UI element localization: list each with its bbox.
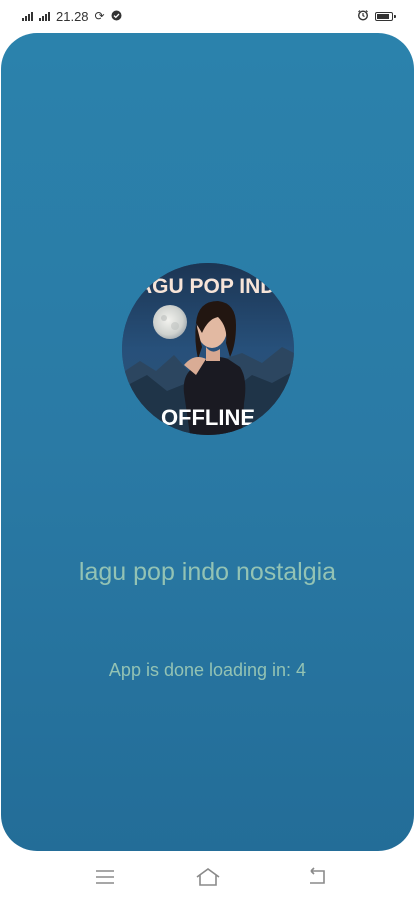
logo-top-text: LAGU POP INDO <box>124 275 292 298</box>
menu-icon <box>96 870 114 884</box>
home-button[interactable] <box>193 865 223 889</box>
back-icon <box>310 867 325 884</box>
logo-artwork: LAGU POP INDO OFFLINE <box>122 263 294 435</box>
status-bar: 21.28 ⟳ <box>0 0 415 32</box>
signal-icon <box>39 11 50 21</box>
sync-icon: ⟳ <box>94 9 105 23</box>
logo-bottom-text: OFFLINE <box>161 405 255 430</box>
phone-screen: 21.28 ⟳ LAGU POP INDO OFFLINE lagu pop i… <box>0 0 415 900</box>
app-logo: LAGU POP INDO OFFLINE <box>122 263 294 435</box>
moon-graphic <box>153 305 187 339</box>
status-right <box>357 9 396 24</box>
loading-countdown-text: App is done loading in: 4 <box>108 660 307 680</box>
alarm-icon <box>357 9 369 24</box>
menu-button[interactable] <box>90 865 120 889</box>
back-button[interactable] <box>302 865 332 889</box>
check-badge-icon <box>111 10 122 23</box>
app-title: lagu pop indo nostalgia <box>78 558 337 586</box>
signal-icon <box>22 11 33 21</box>
status-left: 21.28 ⟳ <box>22 9 122 24</box>
navigation-bar <box>0 851 415 900</box>
home-icon <box>196 868 220 886</box>
splash-screen: LAGU POP INDO OFFLINE lagu pop indo nost… <box>1 33 414 851</box>
battery-icon <box>375 11 396 21</box>
status-time: 21.28 <box>56 8 89 24</box>
